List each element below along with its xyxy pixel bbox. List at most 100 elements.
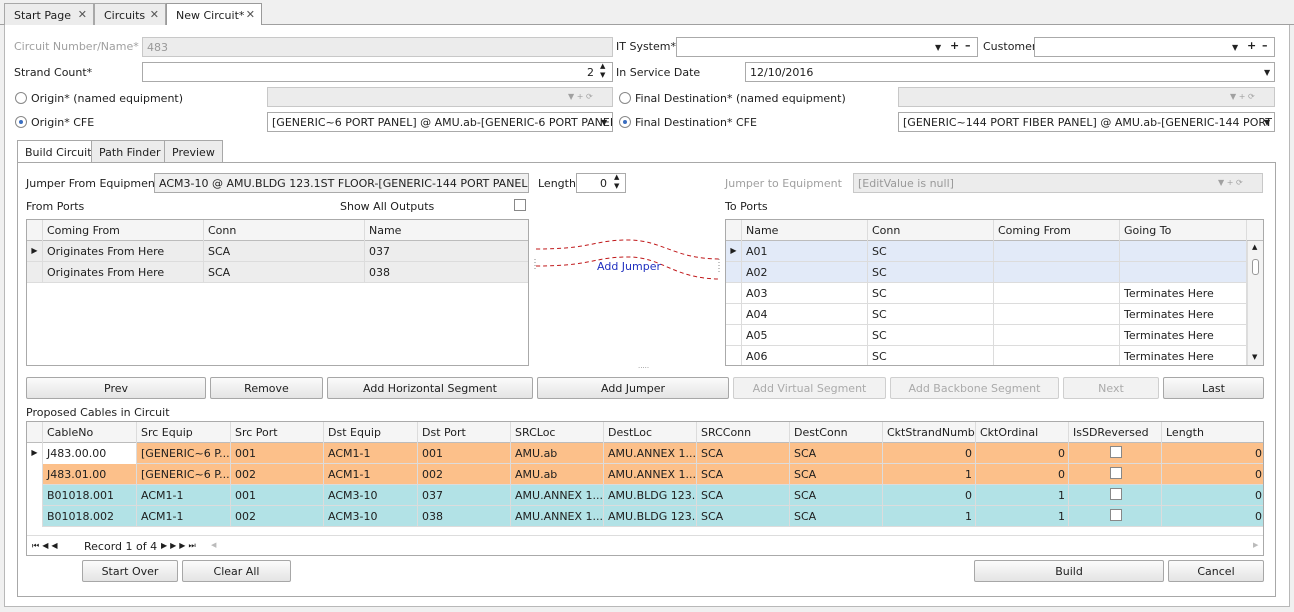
tab-circuits[interactable]: Circuits ✕ bbox=[94, 3, 166, 25]
add-jumper-button[interactable]: Add Jumper bbox=[537, 377, 729, 399]
tab-build-circuit[interactable]: Build Circuit bbox=[17, 140, 100, 163]
clear-all-button[interactable]: Clear All bbox=[182, 560, 291, 582]
table-row[interactable]: A06 SC Terminates Here bbox=[726, 346, 1247, 365]
column-header[interactable]: Src Equip bbox=[137, 422, 231, 443]
cell: [GENERIC~6 P... bbox=[137, 443, 231, 464]
chevron-down-icon[interactable]: ▼ bbox=[935, 43, 941, 52]
plus-icon[interactable]: + bbox=[1247, 39, 1256, 52]
chevron-down-icon[interactable]: ▼ bbox=[1232, 43, 1238, 52]
table-row[interactable]: ▶ J483.00.00 [GENERIC~6 P... 001 ACM1-1 001 AM… bbox=[27, 443, 1263, 464]
remove-button[interactable]: Remove bbox=[210, 377, 323, 399]
record-navigator: ⏮◀◀ Record 1 of 4 ▶▶▶⏭ ◀ ▶ bbox=[27, 535, 1263, 555]
scroll-right-icon[interactable]: ▶ bbox=[1253, 541, 1258, 549]
final-cfe-combo[interactable]: [GENERIC~144 PORT FIBER PANEL] @ AMU.ab-… bbox=[898, 112, 1275, 132]
start-over-button[interactable]: Start Over bbox=[82, 560, 178, 582]
origin-cfe-combo[interactable]: [GENERIC~6 PORT PANEL] @ AMU.ab-[GENERIC… bbox=[267, 112, 613, 132]
table-row[interactable]: B01018.001 ACM1-1 001 ACM3-10 037 AMU.ANNEX 1… bbox=[27, 485, 1263, 506]
it-system-combo[interactable] bbox=[676, 37, 978, 57]
table-row[interactable]: ▶ Originates From Here SCA 037 bbox=[27, 241, 528, 262]
show-all-outputs-checkbox[interactable] bbox=[514, 199, 526, 211]
vertical-scrollbar[interactable]: ▲ ▼ bbox=[1247, 241, 1263, 365]
is-sd-reversed-checkbox[interactable] bbox=[1109, 509, 1122, 521]
column-header[interactable]: SRCConn bbox=[697, 422, 790, 443]
tab-preview[interactable]: Preview bbox=[164, 140, 223, 162]
build-button[interactable]: Build bbox=[974, 560, 1164, 582]
column-header[interactable]: Length bbox=[1162, 422, 1263, 443]
column-header[interactable]: Going To bbox=[1120, 220, 1247, 241]
table-header: Name Conn Coming From Going To bbox=[726, 220, 1263, 241]
cell: J483.00.00 bbox=[43, 443, 137, 464]
close-icon[interactable]: ✕ bbox=[246, 8, 255, 21]
in-service-date-label: In Service Date bbox=[616, 66, 701, 79]
tab-start-page[interactable]: Start Page ✕ bbox=[4, 3, 94, 25]
table-row[interactable]: A03 SC Terminates Here bbox=[726, 283, 1247, 304]
final-cfe-radio[interactable] bbox=[619, 116, 631, 128]
add-jumper-link[interactable]: Add Jumper bbox=[597, 260, 661, 273]
add-backbone-segment-button[interactable]: Add Backbone Segment bbox=[890, 377, 1059, 399]
origin-named-radio[interactable] bbox=[15, 92, 27, 104]
column-header[interactable]: IsSDReversed bbox=[1069, 422, 1162, 443]
column-header[interactable]: Name bbox=[365, 220, 528, 241]
tab-path-finder[interactable]: Path Finder bbox=[91, 140, 169, 162]
column-header[interactable]: CktOrdinal bbox=[976, 422, 1069, 443]
table-row[interactable]: B01018.002 ACM1-1 002 ACM3-10 038 AMU.ANNEX 1… bbox=[27, 506, 1263, 527]
column-header[interactable]: SRCLoc bbox=[511, 422, 604, 443]
column-header[interactable]: CktStrandNumber bbox=[883, 422, 976, 443]
column-header[interactable]: Conn bbox=[204, 220, 365, 241]
table-row[interactable]: J483.01.00 [GENERIC~6 P... 002 ACM1-1 002 AMU… bbox=[27, 464, 1263, 485]
cell: AMU.ANNEX 1... bbox=[511, 485, 604, 506]
in-service-date-field[interactable]: 12/10/2016 bbox=[745, 62, 1275, 82]
column-header[interactable]: Conn bbox=[868, 220, 994, 241]
is-sd-reversed-checkbox[interactable] bbox=[1109, 446, 1122, 458]
close-icon[interactable]: ✕ bbox=[150, 8, 159, 21]
table-row[interactable]: ▶ A01 SC bbox=[726, 241, 1247, 262]
chevron-down-icon[interactable]: ▼ bbox=[1264, 118, 1270, 127]
column-header[interactable]: Dst Port bbox=[418, 422, 511, 443]
scroll-left-icon[interactable]: ◀ bbox=[211, 541, 216, 549]
spin-arrows-icon[interactable]: ▲ ▼ bbox=[600, 62, 605, 80]
cancel-button[interactable]: Cancel bbox=[1168, 560, 1264, 582]
table-row[interactable]: Originates From Here SCA 038 bbox=[27, 262, 528, 283]
is-sd-reversed-checkbox[interactable] bbox=[1109, 467, 1122, 479]
cell: A02 bbox=[742, 262, 868, 283]
is-sd-reversed-checkbox[interactable] bbox=[1109, 488, 1122, 500]
last-button[interactable]: Last bbox=[1163, 377, 1264, 399]
nav-first-prev-icons[interactable]: ⏮◀◀ bbox=[32, 541, 61, 551]
table-row[interactable]: A05 SC Terminates Here bbox=[726, 325, 1247, 346]
plus-icon[interactable]: + bbox=[950, 39, 959, 52]
nav-next-last-icons[interactable]: ▶▶▶⏭ bbox=[161, 541, 199, 551]
minus-icon[interactable]: – bbox=[1262, 39, 1268, 52]
add-horizontal-segment-button[interactable]: Add Horizontal Segment bbox=[327, 377, 533, 399]
chevron-down-icon[interactable]: ▼ bbox=[1264, 68, 1270, 77]
splitter-grip-icon[interactable]: ····· bbox=[638, 364, 649, 372]
column-header[interactable]: Coming From bbox=[43, 220, 204, 241]
close-icon[interactable]: ✕ bbox=[78, 8, 87, 21]
column-header[interactable]: Coming From bbox=[994, 220, 1120, 241]
scrollbar-thumb[interactable] bbox=[1252, 259, 1259, 275]
spin-arrows-icon[interactable]: ▲ ▼ bbox=[614, 173, 619, 191]
origin-cfe-radio[interactable] bbox=[15, 116, 27, 128]
column-header[interactable]: DestLoc bbox=[604, 422, 697, 443]
cell: 0 bbox=[1162, 443, 1263, 464]
minus-icon[interactable]: – bbox=[965, 39, 971, 52]
cell: Terminates Here bbox=[1120, 346, 1247, 365]
column-header[interactable]: Dst Equip bbox=[324, 422, 418, 443]
cell: ACM3-10 bbox=[324, 485, 418, 506]
prev-button[interactable]: Prev bbox=[26, 377, 206, 399]
column-header[interactable]: DestConn bbox=[790, 422, 883, 443]
add-virtual-segment-button[interactable]: Add Virtual Segment bbox=[733, 377, 886, 399]
scroll-down-icon[interactable]: ▼ bbox=[1252, 353, 1257, 361]
strand-count-spinner[interactable]: 2 bbox=[142, 62, 613, 82]
column-header[interactable]: Src Port bbox=[231, 422, 324, 443]
customer-combo[interactable] bbox=[1034, 37, 1275, 57]
scroll-up-icon[interactable]: ▲ bbox=[1252, 243, 1257, 251]
cell: A03 bbox=[742, 283, 868, 304]
column-header[interactable]: CableNo bbox=[43, 422, 137, 443]
next-button[interactable]: Next bbox=[1063, 377, 1159, 399]
table-row[interactable]: A02 SC bbox=[726, 262, 1247, 283]
tab-new-circuit[interactable]: New Circuit* ✕ bbox=[166, 3, 262, 26]
chevron-down-icon[interactable]: ▼ bbox=[601, 118, 607, 127]
final-named-radio[interactable] bbox=[619, 92, 631, 104]
column-header[interactable]: Name bbox=[742, 220, 868, 241]
table-row[interactable]: A04 SC Terminates Here bbox=[726, 304, 1247, 325]
